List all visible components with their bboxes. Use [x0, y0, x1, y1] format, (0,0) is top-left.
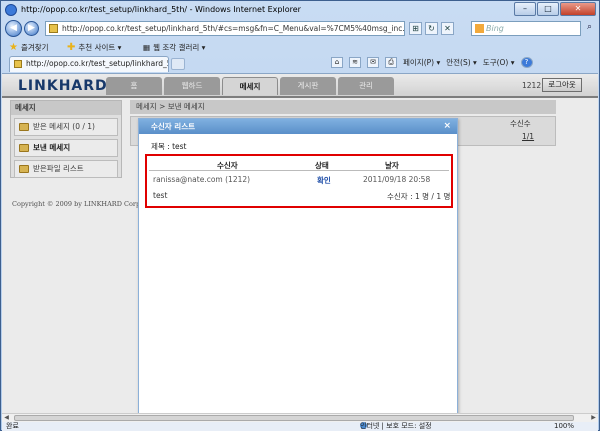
tab-label: http://opop.co.kr/test_setup/linkhard_5t… — [26, 59, 169, 68]
header-status: 상태 — [315, 161, 329, 170]
new-tab-button[interactable] — [171, 58, 185, 70]
ie-icon — [5, 4, 17, 16]
help-icon[interactable]: ? — [520, 57, 533, 68]
forward-button[interactable]: ▶ — [24, 21, 39, 36]
address-tools: ⊞ ↻ ✕ — [409, 22, 454, 35]
dialog-title: 수신자 리스트 — [151, 122, 196, 131]
cell-status: 확인 — [317, 176, 331, 185]
star-icon: ★ — [9, 41, 18, 53]
tab-page-icon — [14, 60, 22, 68]
window-title: http://opop.co.kr/test_setup/linkhard_5t… — [21, 5, 301, 14]
browser-window: http://opop.co.kr/test_setup/linkhard_5t… — [0, 0, 600, 431]
scroll-thumb[interactable] — [14, 415, 574, 421]
minimize-button[interactable]: – — [514, 2, 536, 16]
add-favorite-icon: ✚ — [67, 41, 76, 53]
url-text: http://opop.co.kr/test_setup/linkhard_5t… — [62, 24, 405, 33]
search-icon[interactable]: ⌕ — [583, 22, 596, 35]
mail-icon[interactable]: ✉ — [367, 57, 379, 68]
scroll-right-icon[interactable]: ▶ — [589, 414, 598, 422]
window-controls: – □ ✕ — [514, 2, 596, 16]
page-icon — [49, 24, 58, 33]
table-row: ranissa@nate.com (1212) 확인 2011/09/18 20… — [149, 173, 449, 186]
suggested-sites-button[interactable]: ✚ 추천 사이트 ▾ — [67, 42, 121, 53]
zoom-level[interactable]: 100% — [554, 422, 574, 431]
footer-message: test — [153, 191, 168, 200]
recipient-table: 수신자 상태 날자 ranissa@nate.com (1212) 확인 201… — [145, 154, 453, 208]
suggested-sites-label: 추천 사이트 ▾ — [78, 43, 122, 52]
url-input[interactable]: http://opop.co.kr/test_setup/linkhard_5t… — [45, 21, 405, 36]
status-text: 완료 — [6, 422, 19, 430]
header-date: 날자 — [385, 161, 399, 170]
recipient-list-dialog: 수신자 리스트 × 제목 : test 수신자 상태 날자 ranissa@na… — [138, 118, 458, 413]
status-bar: 완료 인터넷 | 보호 모드: 설정 100% — [2, 422, 598, 431]
compatibility-icon[interactable]: ⊞ — [409, 22, 422, 35]
search-placeholder: Bing — [486, 24, 504, 33]
browser-tab[interactable]: http://opop.co.kr/test_setup/linkhard_5t… — [9, 56, 169, 72]
dialog-title-bar: 수신자 리스트 × — [139, 119, 457, 134]
bing-icon — [475, 24, 484, 33]
address-bar: ◀ ▶ http://opop.co.kr/test_setup/linkhar… — [1, 19, 599, 39]
title-bar: http://opop.co.kr/test_setup/linkhard_5t… — [1, 1, 599, 19]
page-menu[interactable]: 페이지(P) ▾ — [403, 57, 440, 68]
tab-bar: http://opop.co.kr/test_setup/linkhard_5t… — [1, 55, 599, 72]
security-zone-label: 인터넷 | 보호 모드: 설정 — [360, 422, 432, 430]
home-icon[interactable]: ⌂ — [331, 57, 343, 68]
refresh-icon[interactable]: ↻ — [425, 22, 438, 35]
page-content: LINKHARD 홈 웹하드 메세지 게시판 관리 1212 로그아웃 메세지 … — [2, 73, 598, 413]
favorites-button[interactable]: ★ 즐겨찾기 — [9, 42, 49, 53]
footer-recipient-count: 수신자 : 1 명 / 1 명 — [387, 192, 451, 201]
maximize-button[interactable]: □ — [537, 2, 559, 16]
favorites-label: 즐겨찾기 — [20, 43, 49, 52]
tools-menu[interactable]: 도구(O) ▾ — [483, 57, 515, 68]
search-input[interactable]: Bing — [471, 21, 581, 36]
safety-menu[interactable]: 안전(S) ▾ — [446, 57, 477, 68]
message-subject: 제목 : test — [151, 142, 187, 151]
close-button[interactable]: ✕ — [560, 2, 596, 16]
favorites-bar: ★ 즐겨찾기 ✚ 추천 사이트 ▾ ▦ 웹 조각 갤러리 ▾ — [1, 39, 599, 55]
recipient-table-footer: test 수신자 : 1 명 / 1 명 — [149, 189, 451, 203]
print-icon[interactable]: ⎙ — [385, 57, 397, 68]
web-slice-gallery-button[interactable]: ▦ 웹 조각 갤러리 ▾ — [143, 42, 205, 53]
command-bar: ⌂ ≋ ✉ ⎙ 페이지(P) ▾ 안전(S) ▾ 도구(O) ▾ ? — [331, 57, 533, 68]
recipient-table-header: 수신자 상태 날자 — [149, 158, 449, 171]
horizontal-scrollbar[interactable]: ◀ ▶ — [2, 413, 598, 422]
header-recipient: 수신자 — [217, 161, 238, 170]
back-button[interactable]: ◀ — [5, 20, 22, 37]
scroll-left-icon[interactable]: ◀ — [2, 414, 11, 422]
cell-recipient: ranissa@nate.com (1212) — [153, 175, 251, 184]
stop-icon[interactable]: ✕ — [441, 22, 454, 35]
cell-date: 2011/09/18 20:58 — [363, 175, 431, 184]
dialog-close-button[interactable]: × — [443, 119, 451, 134]
feeds-icon[interactable]: ≋ — [349, 57, 361, 68]
window-title-text: http://opop.co.kr/test_setup/linkhard_5t… — [21, 5, 301, 14]
gallery-icon: ▦ — [143, 43, 151, 52]
web-slice-gallery-label: 웹 조각 갤러리 ▾ — [153, 43, 206, 52]
